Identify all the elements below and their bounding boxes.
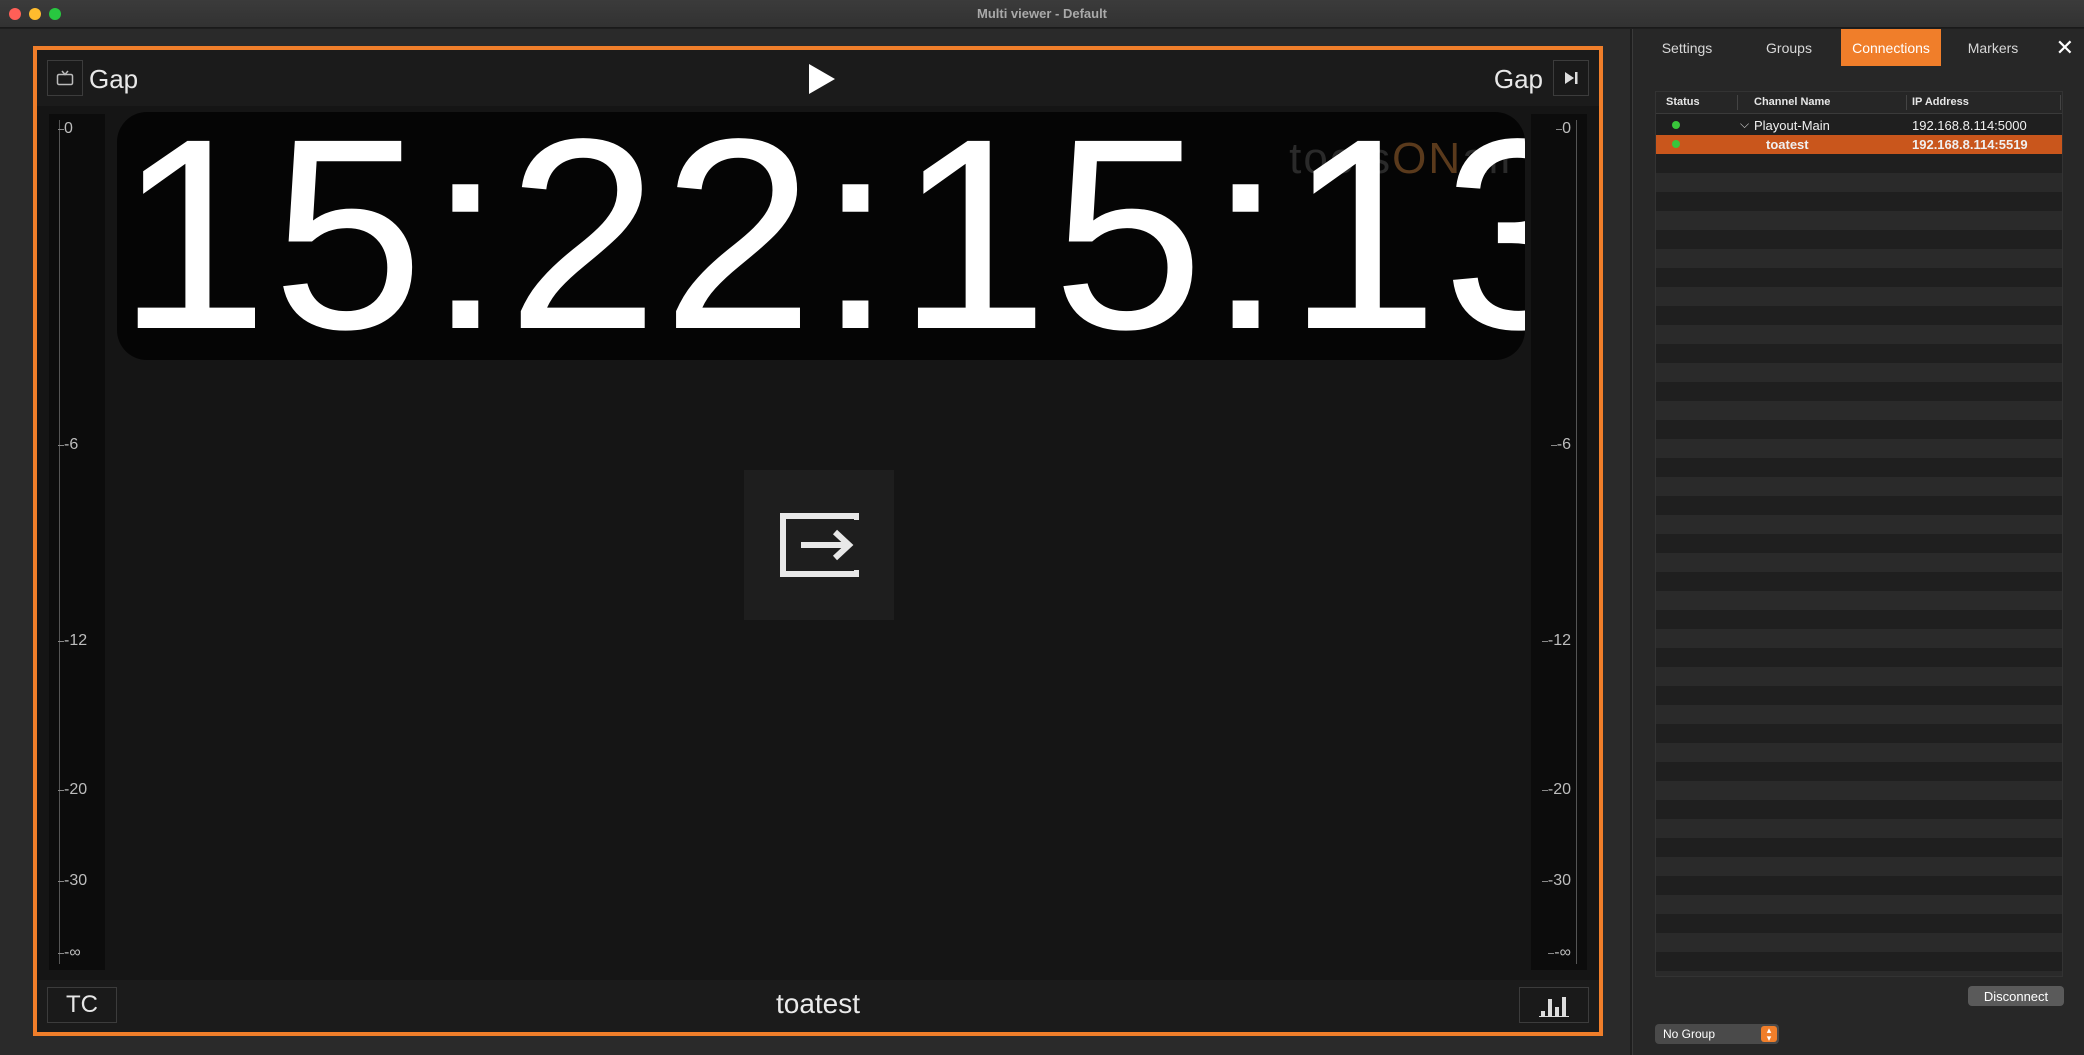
empty-row	[1656, 154, 2062, 173]
empty-row	[1656, 743, 2062, 762]
empty-row	[1656, 230, 2062, 249]
empty-row	[1656, 971, 2062, 976]
chevron-down-icon[interactable]: ⌵	[1740, 117, 1749, 132]
empty-row	[1656, 857, 2062, 876]
meter-tick: -20	[1541, 781, 1571, 798]
channel-name: Playout-Main	[1754, 118, 1830, 133]
side-panel: Settings Groups Connections Markers ✕ St…	[1632, 29, 2084, 1055]
empty-row	[1656, 800, 2062, 819]
table-row[interactable]: toatest 192.168.8.114:5519	[1656, 135, 2062, 154]
empty-row	[1656, 173, 2062, 192]
empty-row	[1656, 724, 2062, 743]
empty-row	[1656, 572, 2062, 591]
empty-row	[1656, 895, 2062, 914]
empty-row	[1656, 648, 2062, 667]
status-connected-icon	[1672, 140, 1680, 148]
empty-row	[1656, 420, 2062, 439]
empty-row	[1656, 192, 2062, 211]
meter-tick: -30	[1541, 872, 1571, 889]
panel-tabs: Settings Groups Connections Markers ✕	[1633, 29, 2084, 66]
empty-row	[1656, 553, 2062, 572]
window-title: Multi viewer - Default	[976, 6, 1108, 21]
channel-tile[interactable]: Gap Gap 0 -6 -12 -20 -30 -∞ 0 -6 -12 -20…	[33, 46, 1603, 1036]
tile-footer: TC toatest	[37, 980, 1599, 1032]
meter-tick: -12	[1541, 632, 1571, 649]
empty-row	[1656, 838, 2062, 857]
empty-row	[1656, 686, 2062, 705]
output-route-icon[interactable]	[744, 470, 894, 620]
table-row[interactable]: ⌵ Playout-Main 192.168.8.114:5000	[1656, 116, 2062, 135]
empty-row	[1656, 268, 2062, 287]
channel-name: toatest	[1766, 137, 1809, 152]
empty-row	[1656, 534, 2062, 553]
empty-row	[1656, 952, 2062, 971]
meter-tick: -6	[1550, 436, 1571, 453]
tv-icon[interactable]	[47, 60, 83, 96]
empty-row	[1656, 287, 2062, 306]
title-bar: Multi viewer - Default	[0, 0, 2084, 28]
audio-meter-right: 0 -6 -12 -20 -30 -∞	[1531, 114, 1587, 970]
empty-row	[1656, 306, 2062, 325]
current-item-label: Gap	[89, 64, 139, 94]
group-select[interactable]: No Group ▴ ▾	[1655, 1024, 1779, 1044]
timecode-value: 15:22:15:13	[117, 112, 1525, 360]
meter-tick: -12	[57, 632, 88, 649]
empty-row	[1656, 914, 2062, 933]
empty-row	[1656, 439, 2062, 458]
empty-row	[1656, 819, 2062, 838]
timecode-display: toolsONair 15:22:15:13	[117, 112, 1525, 360]
column-header-ip-address[interactable]: IP Address	[1912, 96, 1969, 108]
play-icon[interactable]	[809, 64, 835, 94]
skip-next-icon[interactable]	[1553, 60, 1589, 96]
meter-tick: -30	[57, 872, 88, 889]
tab-connections[interactable]: Connections	[1841, 29, 1941, 66]
ip-address: 192.168.8.114:5519	[1912, 137, 2028, 152]
empty-row	[1656, 591, 2062, 610]
next-item-label: Gap	[1493, 64, 1543, 94]
empty-row	[1656, 781, 2062, 800]
empty-row	[1656, 249, 2062, 268]
empty-row	[1656, 382, 2062, 401]
select-arrows-icon: ▴ ▾	[1761, 1026, 1777, 1043]
close-icon[interactable]: ✕	[2056, 35, 2074, 61]
empty-row	[1656, 211, 2062, 230]
column-header-status[interactable]: Status	[1666, 96, 1700, 108]
empty-row	[1656, 515, 2062, 534]
empty-row	[1656, 762, 2062, 781]
empty-row	[1656, 705, 2062, 724]
empty-row	[1656, 458, 2062, 477]
empty-row	[1656, 629, 2062, 648]
empty-row	[1656, 933, 2062, 952]
empty-row	[1656, 496, 2062, 515]
meter-tick: -6	[57, 436, 79, 453]
audio-meter-left: 0 -6 -12 -20 -30 -∞	[49, 114, 105, 970]
empty-row	[1656, 344, 2062, 363]
empty-row	[1656, 610, 2062, 629]
column-header-channel-name[interactable]: Channel Name	[1754, 96, 1830, 108]
empty-row	[1656, 876, 2062, 895]
audio-levels-icon[interactable]	[1519, 987, 1589, 1023]
meter-tick: -20	[57, 781, 88, 798]
tab-settings[interactable]: Settings	[1637, 29, 1737, 66]
tab-markers[interactable]: Markers	[1943, 29, 2043, 66]
empty-row	[1656, 363, 2062, 382]
empty-row	[1656, 401, 2062, 420]
meter-tick: 0	[1556, 120, 1571, 137]
meter-tick: -∞	[58, 944, 81, 961]
table-header: Status Channel Name IP Address	[1656, 92, 2062, 114]
tile-header: Gap Gap	[37, 50, 1599, 106]
disconnect-button[interactable]: Disconnect	[1968, 986, 2064, 1006]
channel-name-label: toatest	[775, 988, 861, 1019]
group-select-value: No Group	[1663, 1027, 1716, 1041]
status-connected-icon	[1672, 121, 1680, 129]
tab-groups[interactable]: Groups	[1739, 29, 1839, 66]
empty-row	[1656, 667, 2062, 686]
meter-tick: -∞	[1548, 944, 1571, 961]
empty-row	[1656, 325, 2062, 344]
ip-address: 192.168.8.114:5000	[1912, 118, 2027, 133]
multiviewer-area: Gap Gap 0 -6 -12 -20 -30 -∞ 0 -6 -12 -20…	[0, 29, 1630, 1055]
meter-tick: 0	[58, 120, 73, 137]
empty-row	[1656, 477, 2062, 496]
connections-table[interactable]: Status Channel Name IP Address ⌵ Playout…	[1655, 91, 2063, 977]
